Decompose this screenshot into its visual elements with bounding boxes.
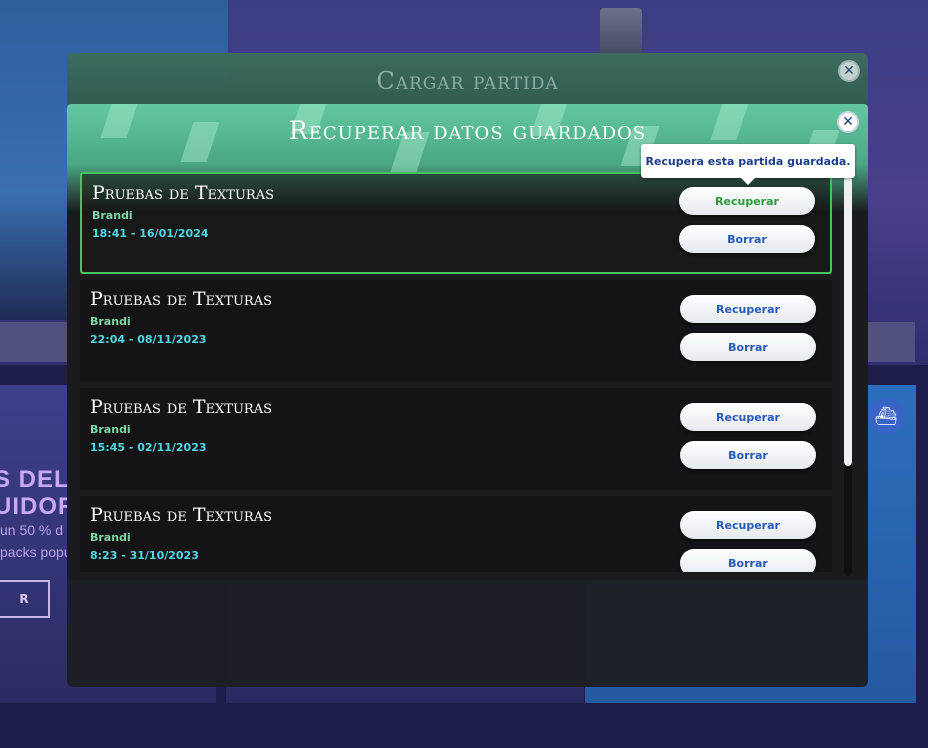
background-castle-tower	[600, 8, 642, 56]
save-date: 8:23 - 31/10/2023	[90, 549, 199, 562]
load-game-title: Cargar partida	[376, 67, 559, 95]
save-list: Pruebas de Texturas Brandi 18:41 - 16/01…	[80, 172, 832, 572]
save-name: Pruebas de Texturas	[92, 182, 274, 204]
recover-tooltip: Recupera esta partida guardada.	[641, 144, 855, 185]
load-game-close-button[interactable]: ✕	[838, 60, 860, 82]
save-user: Brandi	[90, 315, 131, 328]
recover-button[interactable]: Recuperar	[679, 187, 815, 215]
delete-button[interactable]: Borrar	[680, 549, 816, 572]
save-name: Pruebas de Texturas	[90, 288, 272, 310]
delete-button[interactable]: Borrar	[680, 441, 816, 469]
recover-saves-title: Recuperar datos guardados	[288, 116, 647, 145]
recover-button[interactable]: Recuperar	[680, 511, 816, 539]
save-user: Brandi	[90, 531, 131, 544]
promo-text-line2: packs popu	[0, 544, 72, 560]
scrollbar-thumb[interactable]	[844, 176, 852, 466]
save-name: Pruebas de Texturas	[90, 504, 272, 526]
delete-button[interactable]: Borrar	[680, 333, 816, 361]
save-row-selected[interactable]: Pruebas de Texturas Brandi 18:41 - 16/01…	[80, 172, 832, 274]
promo-title-line2: UIDOR	[0, 493, 77, 520]
recover-saves-close-button[interactable]: ✕	[837, 111, 859, 133]
save-user: Brandi	[90, 423, 131, 436]
save-name: Pruebas de Texturas	[90, 396, 272, 418]
recover-button[interactable]: Recuperar	[680, 295, 816, 323]
save-row[interactable]: Pruebas de Texturas Brandi 22:04 - 08/11…	[80, 280, 832, 382]
save-user: Brandi	[92, 209, 133, 222]
save-date: 22:04 - 08/11/2023	[90, 333, 207, 346]
promo-title-line1: S DEL	[0, 466, 70, 493]
save-row[interactable]: Pruebas de Texturas Brandi 15:45 - 02/11…	[80, 388, 832, 490]
save-date: 18:41 - 16/01/2024	[92, 227, 209, 240]
ship-icon[interactable]: ⛴	[868, 398, 904, 434]
promo-text-line1: un 50 % d	[0, 522, 64, 538]
recover-button[interactable]: Recuperar	[680, 403, 816, 431]
save-row[interactable]: Pruebas de Texturas Brandi 8:23 - 31/10/…	[80, 496, 832, 572]
scrollbar-track[interactable]	[844, 176, 852, 576]
save-date: 15:45 - 02/11/2023	[90, 441, 207, 454]
promo-button[interactable]: R	[0, 580, 50, 618]
delete-button[interactable]: Borrar	[679, 225, 815, 253]
